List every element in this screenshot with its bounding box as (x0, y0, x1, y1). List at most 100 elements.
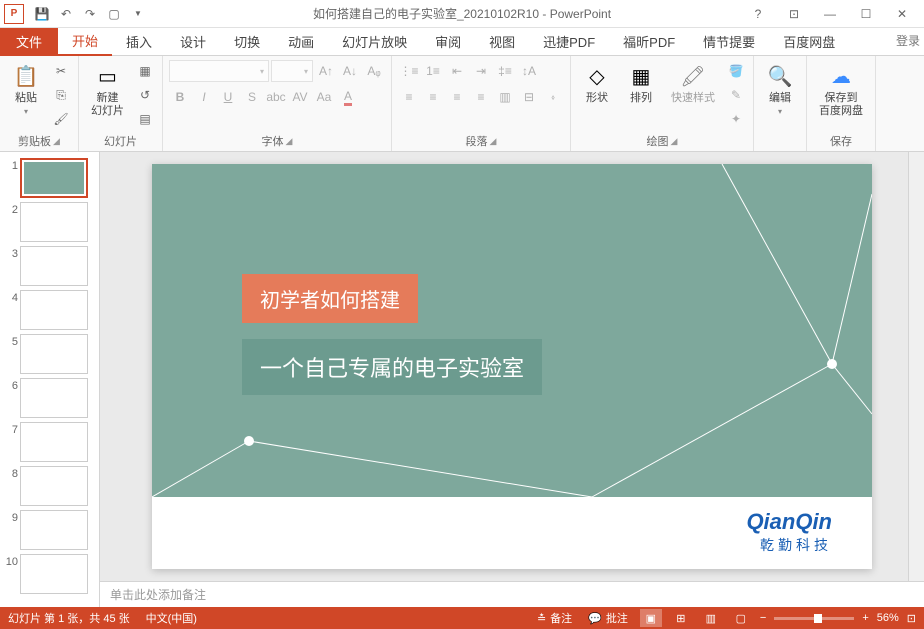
thumbnail-2[interactable]: 2 (0, 200, 99, 244)
thumbnail-panel[interactable]: 1 2 3 4 5 6 7 8 (0, 152, 100, 607)
tab-storyboard[interactable]: 情节提要 (689, 28, 769, 56)
columns-icon[interactable]: ▥ (494, 86, 516, 108)
thumbnail-9[interactable]: 9 (0, 508, 99, 552)
save-netdisk-button[interactable]: ☁ 保存到 百度网盘 (813, 60, 869, 120)
minimize-icon[interactable]: — (816, 4, 844, 24)
qat-redo-icon[interactable]: ↷ (80, 4, 100, 24)
tab-animations[interactable]: 动画 (274, 28, 328, 56)
reset-icon[interactable]: ↺ (134, 84, 156, 106)
format-painter-icon[interactable]: 🖌 (50, 108, 72, 130)
font-family-combo[interactable]: ▾ (169, 60, 269, 82)
tab-slideshow[interactable]: 幻灯片放映 (328, 28, 421, 56)
qat-slideshow-icon[interactable]: ▢ (104, 4, 124, 24)
login-link[interactable]: 登录 (896, 32, 920, 49)
justify-icon[interactable]: ≡ (470, 86, 492, 108)
help-icon[interactable]: ? (744, 4, 772, 24)
shadow-icon[interactable]: abc (265, 86, 287, 108)
bold-icon[interactable]: B (169, 86, 191, 108)
ribbon-display-icon[interactable]: ⊡ (780, 4, 808, 24)
qat-save-icon[interactable]: 💾 (32, 4, 52, 24)
thumbnail-4[interactable]: 4 (0, 288, 99, 332)
editing-button[interactable]: 🔍 编辑 ▾ (760, 60, 800, 118)
language-indicator[interactable]: 中文(中国) (146, 610, 197, 626)
underline-icon[interactable]: U (217, 86, 239, 108)
align-text-icon[interactable]: ⊟ (518, 86, 540, 108)
layout-icon[interactable]: ▦ (134, 60, 156, 82)
tab-view[interactable]: 视图 (475, 28, 529, 56)
tab-home[interactable]: 开始 (58, 28, 112, 56)
tab-design[interactable]: 设计 (166, 28, 220, 56)
sorter-view-icon[interactable]: ⊞ (670, 609, 692, 627)
close-icon[interactable]: ✕ (888, 4, 916, 24)
thumbnail-10[interactable]: 10 (0, 552, 99, 596)
paragraph-launcher-icon[interactable]: ◢ (490, 136, 497, 147)
new-slide-button[interactable]: ▭ 新建 幻灯片 (85, 60, 130, 120)
tab-baidu-netdisk[interactable]: 百度网盘 (769, 28, 849, 56)
thumbnail-1[interactable]: 1 (0, 156, 99, 200)
fit-window-icon[interactable]: ⊡ (907, 612, 916, 625)
shape-fill-icon[interactable]: 🪣 (725, 60, 747, 82)
font-size-combo[interactable]: ▾ (271, 60, 313, 82)
slideshow-view-icon[interactable]: ▢ (730, 609, 752, 627)
copy-icon[interactable]: ⎘ (50, 84, 72, 106)
strikethrough-icon[interactable]: S (241, 86, 263, 108)
line-spacing-icon[interactable]: ‡≡ (494, 60, 516, 82)
paste-button[interactable]: 📋 粘贴 ▾ (6, 60, 46, 118)
maximize-icon[interactable]: ☐ (852, 4, 880, 24)
zoom-in-icon[interactable]: + (862, 612, 868, 624)
zoom-slider[interactable] (774, 617, 854, 620)
slide-title-1[interactable]: 初学者如何搭建 (242, 274, 418, 323)
file-tab[interactable]: 文件 (0, 28, 58, 56)
smartart-icon[interactable]: ⬫ (542, 86, 564, 108)
thumbnail-6[interactable]: 6 (0, 376, 99, 420)
bullets-icon[interactable]: ⋮≡ (398, 60, 420, 82)
clipboard-launcher-icon[interactable]: ◢ (53, 136, 60, 147)
qat-undo-icon[interactable]: ↶ (56, 4, 76, 24)
increase-indent-icon[interactable]: ⇥ (470, 60, 492, 82)
decrease-font-icon[interactable]: A↓ (339, 60, 361, 82)
font-color-icon[interactable]: A (337, 86, 359, 108)
change-case-icon[interactable]: Aa (313, 86, 335, 108)
shape-outline-icon[interactable]: ✎ (725, 84, 747, 106)
section-icon[interactable]: ▤ (134, 108, 156, 130)
thumbnail-3[interactable]: 3 (0, 244, 99, 288)
numbering-icon[interactable]: 1≡ (422, 60, 444, 82)
normal-view-icon[interactable]: ▣ (640, 609, 662, 627)
slide-canvas[interactable]: 初学者如何搭建 一个自己专属的电子实验室 QianQin 乾勤科技 (100, 152, 924, 581)
thumbnail-8[interactable]: 8 (0, 464, 99, 508)
slide-title-2[interactable]: 一个自己专属的电子实验室 (242, 339, 542, 395)
tab-insert[interactable]: 插入 (112, 28, 166, 56)
arrange-button[interactable]: ▦ 排列 (621, 60, 661, 107)
slide-counter[interactable]: 幻灯片 第 1 张，共 45 张 (8, 610, 130, 626)
decrease-indent-icon[interactable]: ⇤ (446, 60, 468, 82)
quick-styles-button[interactable]: 🖍 快速样式 (665, 60, 721, 107)
thumbnail-7[interactable]: 7 (0, 420, 99, 464)
align-right-icon[interactable]: ≡ (446, 86, 468, 108)
qat-customize-icon[interactable]: ▼ (128, 4, 148, 24)
increase-font-icon[interactable]: A↑ (315, 60, 337, 82)
drawing-launcher-icon[interactable]: ◢ (671, 136, 678, 147)
tab-review[interactable]: 审阅 (421, 28, 475, 56)
text-direction-icon[interactable]: ↕A (518, 60, 540, 82)
reading-view-icon[interactable]: ▥ (700, 609, 722, 627)
shapes-button[interactable]: ◇ 形状 (577, 60, 617, 107)
vertical-scrollbar[interactable] (908, 152, 924, 581)
cut-icon[interactable]: ✂ (50, 60, 72, 82)
notes-toggle[interactable]: ≛ 备注 (533, 610, 576, 626)
tab-transitions[interactable]: 切换 (220, 28, 274, 56)
shape-effects-icon[interactable]: ✦ (725, 108, 747, 130)
zoom-out-icon[interactable]: − (760, 612, 766, 624)
clear-format-icon[interactable]: Aᵩ (363, 60, 385, 82)
tab-foxit-pdf[interactable]: 福昕PDF (609, 28, 689, 56)
zoom-level[interactable]: 56% (877, 612, 899, 624)
italic-icon[interactable]: I (193, 86, 215, 108)
align-left-icon[interactable]: ≡ (398, 86, 420, 108)
notes-pane[interactable]: 单击此处添加备注 (100, 581, 924, 607)
comments-toggle[interactable]: 💬 批注 (584, 610, 632, 626)
align-center-icon[interactable]: ≡ (422, 86, 444, 108)
tab-xunjie-pdf[interactable]: 迅捷PDF (529, 28, 609, 56)
thumbnail-5[interactable]: 5 (0, 332, 99, 376)
font-launcher-icon[interactable]: ◢ (286, 136, 293, 147)
slide[interactable]: 初学者如何搭建 一个自己专属的电子实验室 QianQin 乾勤科技 (152, 164, 872, 569)
char-spacing-icon[interactable]: AV (289, 86, 311, 108)
